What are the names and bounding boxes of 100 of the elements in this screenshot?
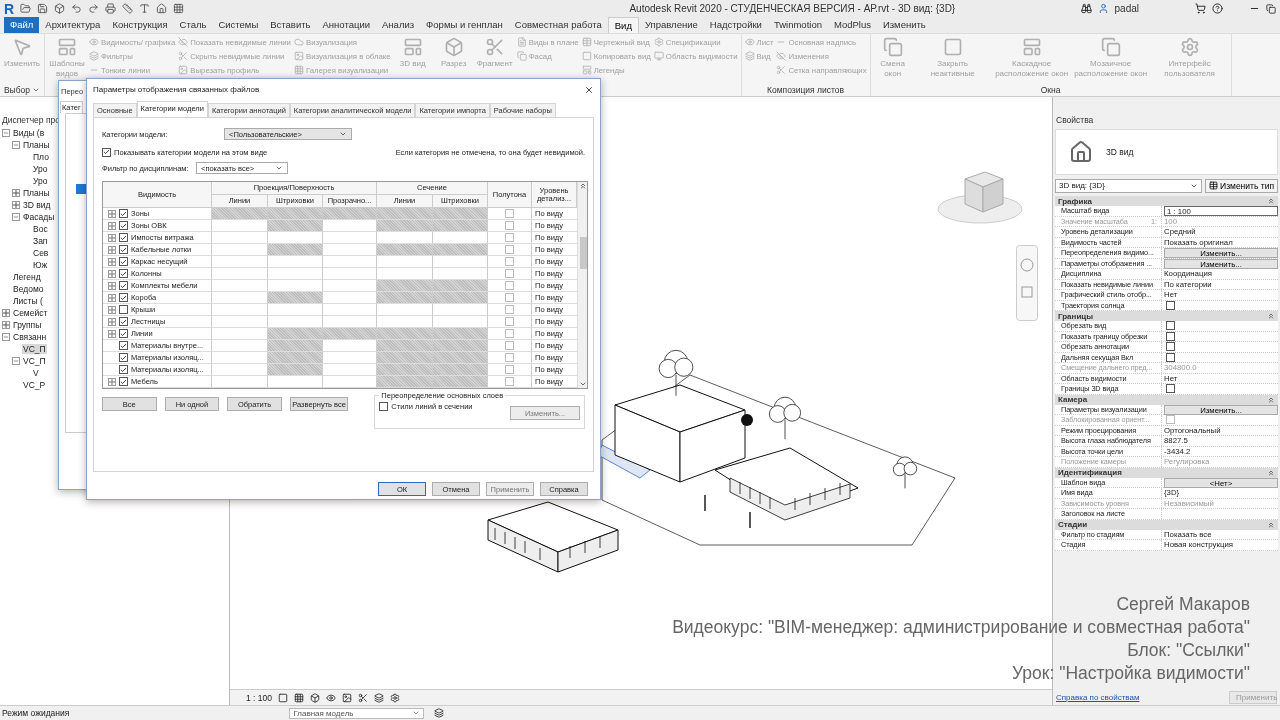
collapse-icon[interactable] [1267, 197, 1275, 205]
ribbon-tab[interactable]: Управление [638, 17, 704, 33]
expand-icon[interactable] [108, 209, 116, 218]
checkbox[interactable] [119, 245, 128, 254]
ribbon-tab[interactable]: Совместная работа [508, 17, 608, 33]
table-cell[interactable] [323, 376, 377, 388]
table-cell[interactable] [268, 280, 323, 292]
restore-icon[interactable] [1266, 3, 1276, 14]
checkbox[interactable] [1166, 300, 1175, 310]
collapse-icon[interactable] [12, 357, 20, 365]
panel-label[interactable]: Композиция листов [767, 83, 845, 96]
tree-item[interactable]: Виды (в [12, 128, 46, 138]
table-cell[interactable] [433, 256, 488, 268]
table-cell[interactable] [433, 232, 488, 244]
binoculars-icon[interactable] [1080, 3, 1092, 14]
expand-icon[interactable] [108, 269, 116, 278]
checkbox[interactable] [119, 365, 128, 374]
close-icon[interactable] [584, 84, 594, 95]
checkbox[interactable] [505, 317, 514, 326]
checkbox[interactable] [119, 221, 128, 230]
expand-icon[interactable] [108, 257, 116, 266]
section-header[interactable]: Стадии [1055, 519, 1278, 530]
checkbox[interactable] [119, 281, 128, 290]
checkbox[interactable] [505, 353, 514, 362]
ribbon-tab[interactable]: Конструкция [106, 17, 174, 33]
table-cell[interactable] [268, 376, 323, 388]
ribbon-tab[interactable]: Вид [607, 17, 639, 33]
tree-item[interactable]: Юж [32, 260, 49, 270]
expand-icon[interactable] [12, 201, 20, 209]
section-header[interactable]: Идентификация [1055, 467, 1278, 478]
tree-item[interactable]: Вос [32, 224, 49, 234]
checkbox[interactable] [119, 317, 128, 326]
section-header[interactable]: Графика [1055, 196, 1278, 206]
view-control-icon[interactable] [374, 692, 384, 703]
checkbox[interactable] [119, 341, 128, 350]
table-cell[interactable] [268, 304, 323, 316]
expand-icon[interactable] [108, 329, 116, 338]
expand-icon[interactable] [2, 321, 10, 329]
checkbox[interactable] [505, 365, 514, 374]
tree-item[interactable]: Семейст [12, 308, 49, 318]
ribbon-tab[interactable]: ModPlus [827, 17, 877, 33]
checkbox[interactable] [102, 147, 111, 157]
collapse-icon[interactable] [1267, 395, 1275, 404]
tree-item[interactable]: VC_П [22, 356, 47, 366]
navigation-bar[interactable] [1016, 245, 1038, 321]
expand-icon[interactable] [12, 189, 20, 197]
scroll-thumb[interactable] [580, 237, 587, 269]
table-cell[interactable] [212, 280, 268, 292]
panel-label[interactable]: Выбор [3, 83, 41, 96]
expand-icon[interactable] [108, 245, 116, 254]
table-cell[interactable] [268, 268, 323, 280]
checkbox[interactable] [119, 353, 128, 362]
table-cell[interactable] [433, 268, 488, 280]
table-cell[interactable] [433, 316, 488, 328]
table-cell[interactable] [323, 232, 377, 244]
tree-item[interactable]: Планы [22, 140, 51, 150]
tree-item[interactable]: Уро [32, 176, 49, 186]
checkbox[interactable] [1166, 321, 1175, 331]
checkbox[interactable] [119, 269, 128, 278]
view-control-icon[interactable] [342, 692, 352, 703]
tree-item[interactable]: VC_Р [22, 380, 47, 390]
section-header[interactable]: Границы [1055, 311, 1278, 321]
edit-type-button[interactable]: Изменить тип [1205, 178, 1278, 193]
ribbon-tab[interactable]: Вставить [264, 17, 317, 33]
collapse-icon[interactable] [2, 129, 10, 137]
toolbar-icon[interactable] [156, 3, 168, 14]
help-icon[interactable] [1212, 3, 1223, 14]
tree-item[interactable]: Планы [22, 188, 51, 198]
collapse-icon[interactable] [1267, 520, 1275, 529]
expand-icon[interactable] [108, 317, 116, 326]
view-control-icon[interactable] [310, 692, 320, 703]
table-cell[interactable] [212, 304, 268, 316]
table-cell[interactable] [323, 352, 377, 364]
checkbox[interactable] [379, 402, 389, 411]
checkbox[interactable] [505, 209, 514, 218]
tree-item[interactable]: Сев [32, 248, 50, 258]
tree-item[interactable]: Пло [32, 152, 50, 162]
ribbon-tab[interactable]: Архитектура [39, 17, 107, 33]
checkbox[interactable] [119, 257, 128, 266]
checkbox[interactable] [1166, 342, 1175, 352]
checkbox[interactable] [505, 329, 514, 338]
scale-label[interactable]: 1 : 100 [246, 692, 272, 703]
table-cell[interactable] [323, 280, 377, 292]
tree-item[interactable]: Фасады [22, 212, 56, 222]
ribbon-tab[interactable]: Формы и генплан [420, 17, 509, 33]
model-dropdown[interactable]: Главная модель [289, 707, 425, 719]
toolbar-icon[interactable] [122, 3, 134, 14]
expand-icon[interactable] [108, 377, 116, 386]
table-cell[interactable] [212, 340, 268, 352]
file-menu[interactable]: Файл [4, 17, 40, 33]
type-selector[interactable]: 3D вид: {3D} [1055, 178, 1203, 193]
view-control-icon[interactable] [358, 692, 368, 703]
checkbox[interactable] [505, 233, 514, 242]
ribbon-tab[interactable]: Анализ [376, 17, 421, 33]
table-cell[interactable] [433, 304, 488, 316]
layers-icon[interactable] [434, 708, 445, 718]
table-cell[interactable] [212, 268, 268, 280]
view-control-icon[interactable] [294, 692, 304, 703]
table-cell[interactable] [323, 244, 377, 256]
checkbox[interactable] [119, 329, 128, 338]
